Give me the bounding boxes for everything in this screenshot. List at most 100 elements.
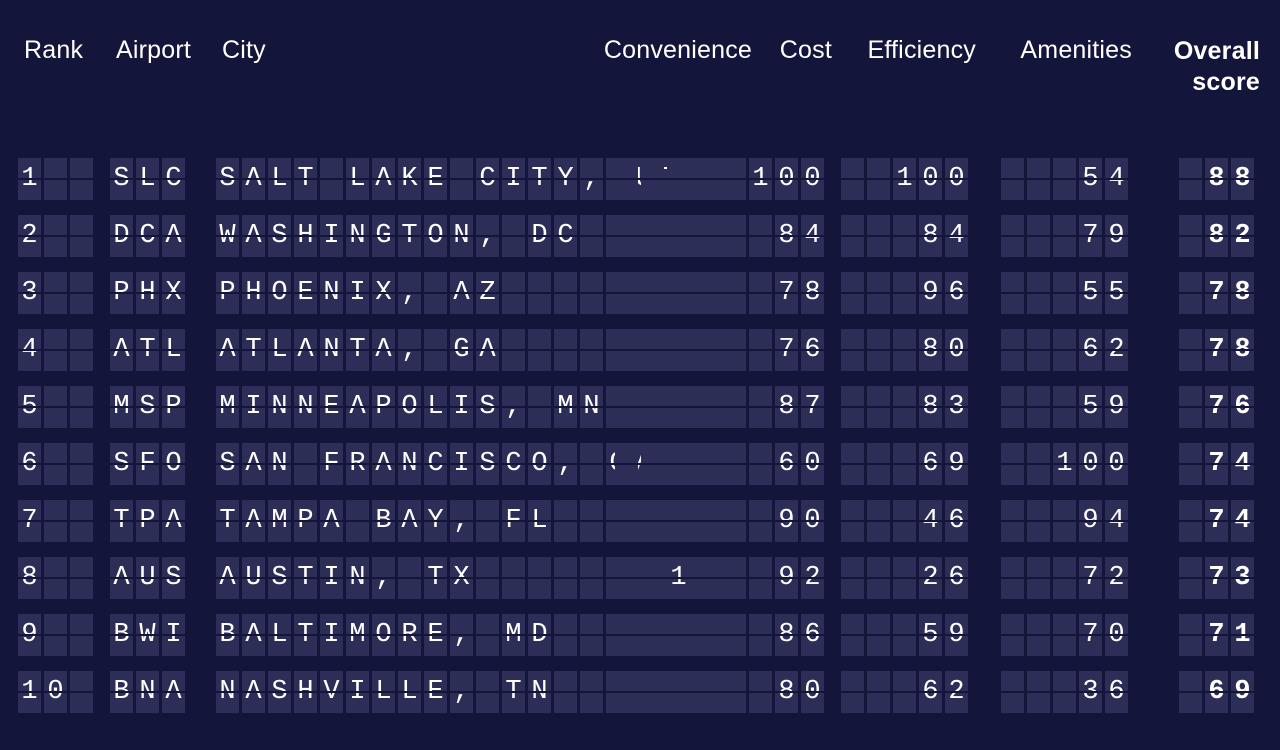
flap-cell: Z	[476, 272, 499, 314]
flap-cell	[615, 443, 638, 485]
flap-cell: 4	[1231, 500, 1254, 542]
flap-cell	[667, 614, 690, 656]
col-rank: 6	[18, 443, 110, 485]
flap-cell	[723, 671, 746, 713]
header-rank: Rank	[18, 36, 116, 65]
flap-cell	[70, 215, 93, 257]
flap-cell	[1001, 329, 1024, 371]
flap-cell	[697, 671, 720, 713]
flap-cell	[528, 272, 551, 314]
table-row: 8AUSAUSTIN, TX10092267273	[18, 557, 1262, 599]
flap-cell: D	[528, 614, 551, 656]
flap-cell	[1027, 671, 1050, 713]
col-overall: 74	[1128, 500, 1254, 542]
flap-cell: E	[424, 614, 447, 656]
flap-cell: 6	[945, 557, 968, 599]
flap-cell: L	[268, 329, 291, 371]
flap-cell: S	[268, 215, 291, 257]
flap-cell: S	[216, 158, 239, 200]
flap-cell	[723, 272, 746, 314]
flap-cell: A	[242, 215, 265, 257]
flap-cell: 7	[775, 272, 798, 314]
col-amen: 94	[968, 500, 1128, 542]
flap-cell	[528, 329, 551, 371]
flap-cell	[841, 671, 864, 713]
flap-cell	[580, 215, 603, 257]
flap-cell: A	[372, 443, 395, 485]
flap-cell: T	[528, 158, 551, 200]
flap-cell: X	[450, 557, 473, 599]
flap-cell	[697, 386, 720, 428]
flap-cell: O	[424, 215, 447, 257]
col-rank: 9	[18, 614, 110, 656]
flap-cell: A	[242, 158, 265, 200]
flap-cell	[1053, 386, 1076, 428]
flap-cell	[615, 557, 638, 599]
flap-cell	[554, 272, 577, 314]
flap-cell: 6	[945, 500, 968, 542]
flap-cell: I	[162, 614, 185, 656]
flap-cell: 1	[1053, 443, 1076, 485]
flap-cell: C	[136, 215, 159, 257]
flap-cell	[70, 329, 93, 371]
flap-cell: 7	[1205, 272, 1228, 314]
flap-cell: 1	[893, 158, 916, 200]
header-cost: Cost	[752, 36, 832, 65]
col-cost: 60	[742, 443, 824, 485]
col-cost: 86	[742, 614, 824, 656]
flap-cell: 8	[775, 614, 798, 656]
flap-cell	[723, 500, 746, 542]
flap-cell: I	[320, 557, 343, 599]
flap-cell: M	[554, 386, 577, 428]
col-eff: 96	[824, 272, 968, 314]
flap-cell: L	[528, 500, 551, 542]
flap-cell: T	[294, 158, 317, 200]
flap-cell: 0	[801, 443, 824, 485]
flap-cell: I	[242, 386, 265, 428]
flap-cell: 8	[919, 329, 942, 371]
flap-cell: M	[346, 614, 369, 656]
flap-cell: C	[476, 158, 499, 200]
flap-cell	[893, 614, 916, 656]
flap-cell	[1001, 158, 1024, 200]
flap-cell	[667, 158, 690, 200]
flap-cell: 0	[44, 671, 67, 713]
flap-cell: A	[372, 329, 395, 371]
flap-cell	[641, 158, 664, 200]
flap-cell: 6	[1079, 329, 1102, 371]
flap-cell: P	[294, 500, 317, 542]
flap-cell	[867, 215, 890, 257]
flap-cell: B	[216, 614, 239, 656]
flap-cell	[749, 386, 772, 428]
col-overall: 74	[1128, 443, 1254, 485]
col-city: PHOENIX, AZ	[216, 272, 562, 314]
col-rank: 8	[18, 557, 110, 599]
col-amen: 54	[968, 158, 1128, 200]
flap-cell: 9	[1105, 386, 1128, 428]
flap-cell: 8	[1205, 215, 1228, 257]
flap-cell: 8	[1231, 158, 1254, 200]
flap-cell	[1001, 386, 1024, 428]
flap-cell: N	[268, 386, 291, 428]
flap-cell: I	[320, 614, 343, 656]
flap-cell	[346, 500, 369, 542]
flap-cell	[554, 557, 577, 599]
col-city: WASHINGTON, DC	[216, 215, 562, 257]
flap-cell	[44, 272, 67, 314]
flap-cell: 9	[1231, 671, 1254, 713]
flap-cell: T	[294, 557, 317, 599]
header-amenities: Amenities	[976, 36, 1132, 65]
flap-cell: ,	[450, 500, 473, 542]
flap-cell: S	[162, 557, 185, 599]
flap-cell: A	[110, 557, 133, 599]
flap-cell: U	[136, 557, 159, 599]
flap-cell	[615, 671, 638, 713]
flap-cell: A	[162, 671, 185, 713]
col-eff: 83	[824, 386, 968, 428]
flap-cell	[667, 443, 690, 485]
flap-cell	[1027, 386, 1050, 428]
col-rank: 7	[18, 500, 110, 542]
col-airport: BWI	[110, 614, 216, 656]
flap-cell	[1179, 443, 1202, 485]
flap-cell	[867, 272, 890, 314]
